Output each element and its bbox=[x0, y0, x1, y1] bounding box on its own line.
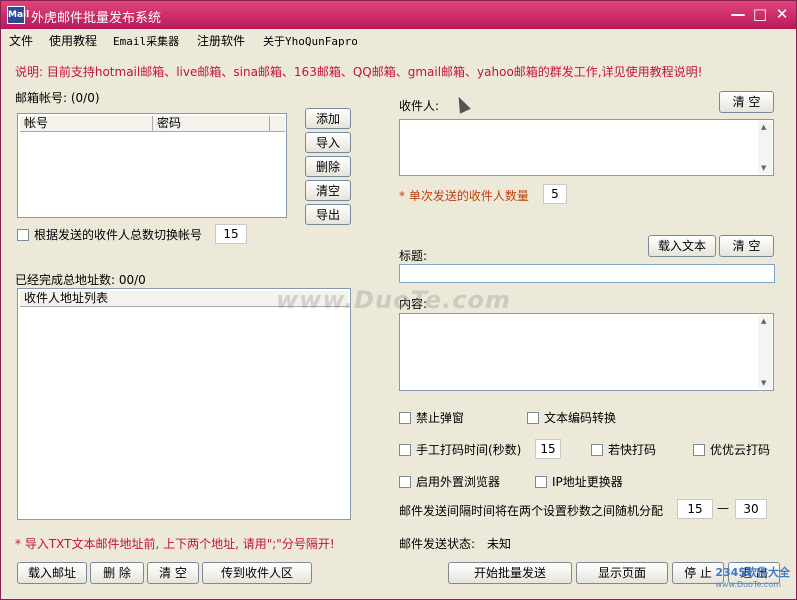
minimize-button[interactable]: — bbox=[728, 5, 748, 23]
delete-addresses-button[interactable]: 删 除 bbox=[90, 562, 144, 584]
recipient-count-label: * 单次发送的收件人数量 bbox=[399, 189, 529, 203]
import-accounts-button[interactable]: 导入 bbox=[305, 132, 351, 153]
recipient-scrollbar[interactable]: ▲ ▼ bbox=[758, 121, 772, 174]
load-addresses-button[interactable]: 载入邮址 bbox=[17, 562, 87, 584]
send-status-value: 未知 bbox=[487, 537, 512, 551]
manual-captcha-label: 手工打码时间(秒数) bbox=[416, 443, 522, 457]
interval-min-input[interactable]: 15 bbox=[677, 499, 713, 519]
recipient-count-input[interactable]: 5 bbox=[543, 184, 567, 204]
ip-switch-label: IP地址更换器 bbox=[552, 475, 623, 489]
switch-account-label: 根据发送的收件人总数切换帐号 bbox=[34, 228, 203, 242]
column-password[interactable]: 密码 bbox=[153, 116, 270, 132]
manual-captcha-seconds[interactable]: 15 bbox=[535, 439, 561, 459]
interval-max-input[interactable]: 30 bbox=[735, 499, 767, 519]
switch-account-checkbox[interactable]: 根据发送的收件人总数切换帐号 bbox=[17, 226, 202, 243]
subject-input[interactable] bbox=[399, 264, 775, 283]
clear-accounts-button[interactable]: 清空 bbox=[305, 180, 351, 201]
ip-switch-checkbox[interactable]: IP地址更换器 bbox=[535, 473, 623, 490]
encode-convert-checkbox[interactable]: 文本编码转换 bbox=[527, 409, 616, 426]
corner-logo-url: www.DuoTe.com bbox=[715, 580, 782, 589]
switch-account-count[interactable]: 15 bbox=[215, 224, 247, 244]
ruokuai-label: 若快打码 bbox=[608, 443, 657, 457]
completed-addresses-label: 已经完成总地址数: 00/0 bbox=[15, 273, 146, 287]
interval-dash: — bbox=[717, 501, 729, 515]
maximize-button[interactable]: □ bbox=[750, 5, 770, 23]
content-scrollbar[interactable]: ▲ ▼ bbox=[758, 315, 772, 389]
interval-label: 邮件发送间隔时间将在两个设置秒数之间随机分配 bbox=[399, 504, 664, 518]
clear-subject-button[interactable]: 清 空 bbox=[719, 235, 774, 257]
checkbox-box[interactable] bbox=[535, 476, 547, 488]
ruokuai-checkbox[interactable]: 若快打码 bbox=[591, 441, 656, 458]
manual-captcha-checkbox[interactable]: 手工打码时间(秒数) bbox=[399, 441, 521, 458]
block-popup-checkbox[interactable]: 禁止弹窗 bbox=[399, 409, 464, 426]
start-batch-send-button[interactable]: 开始批量发送 bbox=[448, 562, 572, 584]
send-to-recipients-button[interactable]: 传到收件人区 bbox=[202, 562, 312, 584]
load-text-button[interactable]: 载入文本 bbox=[648, 235, 716, 257]
watermark: www.DuoTe.com bbox=[276, 286, 511, 314]
recipient-field[interactable]: ▲ ▼ bbox=[399, 119, 774, 176]
youyouyun-label: 优优云打码 bbox=[710, 443, 771, 457]
external-browser-checkbox[interactable]: 启用外置浏览器 bbox=[399, 473, 500, 490]
window-title: 外虎邮件批量发布系统 bbox=[31, 11, 162, 26]
import-hint: * 导入TXT文本邮件地址前, 上下两个地址, 请用";"分号隔开! bbox=[15, 537, 335, 551]
menu-email-collector[interactable]: Email采集器 bbox=[113, 33, 179, 49]
checkbox-box[interactable] bbox=[591, 444, 603, 456]
corner-logo: 2345软件大全 www.DuoTe.com bbox=[715, 564, 790, 589]
checkbox-box[interactable] bbox=[693, 444, 705, 456]
accounts-table[interactable]: 帐号 密码 bbox=[17, 113, 287, 218]
checkbox-box[interactable] bbox=[399, 476, 411, 488]
address-list[interactable]: 收件人地址列表 bbox=[17, 288, 351, 520]
content-field[interactable]: ▲ ▼ bbox=[399, 313, 774, 391]
delete-account-button[interactable]: 删除 bbox=[305, 156, 351, 177]
clear-recipient-button[interactable]: 清 空 bbox=[719, 91, 774, 113]
recipient-label: 收件人: bbox=[399, 99, 440, 113]
mouse-cursor-icon bbox=[453, 94, 471, 114]
menu-bar: 文件 使用教程 Email采集器 注册软件 关于YhoQunFapro bbox=[1, 29, 796, 51]
show-page-button[interactable]: 显示页面 bbox=[576, 562, 668, 584]
youyouyun-checkbox[interactable]: 优优云打码 bbox=[693, 441, 770, 458]
add-account-button[interactable]: 添加 bbox=[305, 108, 351, 129]
menu-tutorial[interactable]: 使用教程 bbox=[49, 32, 97, 49]
menu-register[interactable]: 注册软件 bbox=[197, 32, 245, 49]
support-notice: 说明: 目前支持hotmail邮箱、live邮箱、sina邮箱、163邮箱、QQ… bbox=[15, 65, 703, 79]
app-icon: Mail bbox=[7, 6, 29, 24]
main-window: Mail 外虎邮件批量发布系统 — □ ✕ 文件 使用教程 Email采集器 注… bbox=[0, 0, 797, 600]
close-button[interactable]: ✕ bbox=[772, 5, 792, 23]
clear-addresses-button[interactable]: 清 空 bbox=[147, 562, 199, 584]
encode-convert-label: 文本编码转换 bbox=[544, 411, 617, 425]
menu-about[interactable]: 关于YhoQunFapro bbox=[263, 33, 358, 49]
checkbox-box[interactable] bbox=[399, 412, 411, 424]
column-account[interactable]: 帐号 bbox=[20, 116, 153, 132]
subject-label: 标题: bbox=[399, 249, 428, 263]
send-status-label: 邮件发送状态: bbox=[399, 537, 476, 551]
title-bar[interactable]: Mail 外虎邮件批量发布系统 — □ ✕ bbox=[1, 1, 796, 29]
block-popup-label: 禁止弹窗 bbox=[416, 411, 465, 425]
checkbox-box[interactable] bbox=[527, 412, 539, 424]
accounts-table-header: 帐号 密码 bbox=[20, 116, 285, 132]
menu-file[interactable]: 文件 bbox=[9, 32, 33, 49]
accounts-label: 邮箱帐号: (0/0) bbox=[15, 91, 100, 105]
external-browser-label: 启用外置浏览器 bbox=[416, 475, 501, 489]
checkbox-box[interactable] bbox=[17, 229, 29, 241]
checkbox-box[interactable] bbox=[399, 444, 411, 456]
export-accounts-button[interactable]: 导出 bbox=[305, 204, 351, 225]
corner-logo-brand: 2345软件大全 bbox=[715, 566, 790, 579]
